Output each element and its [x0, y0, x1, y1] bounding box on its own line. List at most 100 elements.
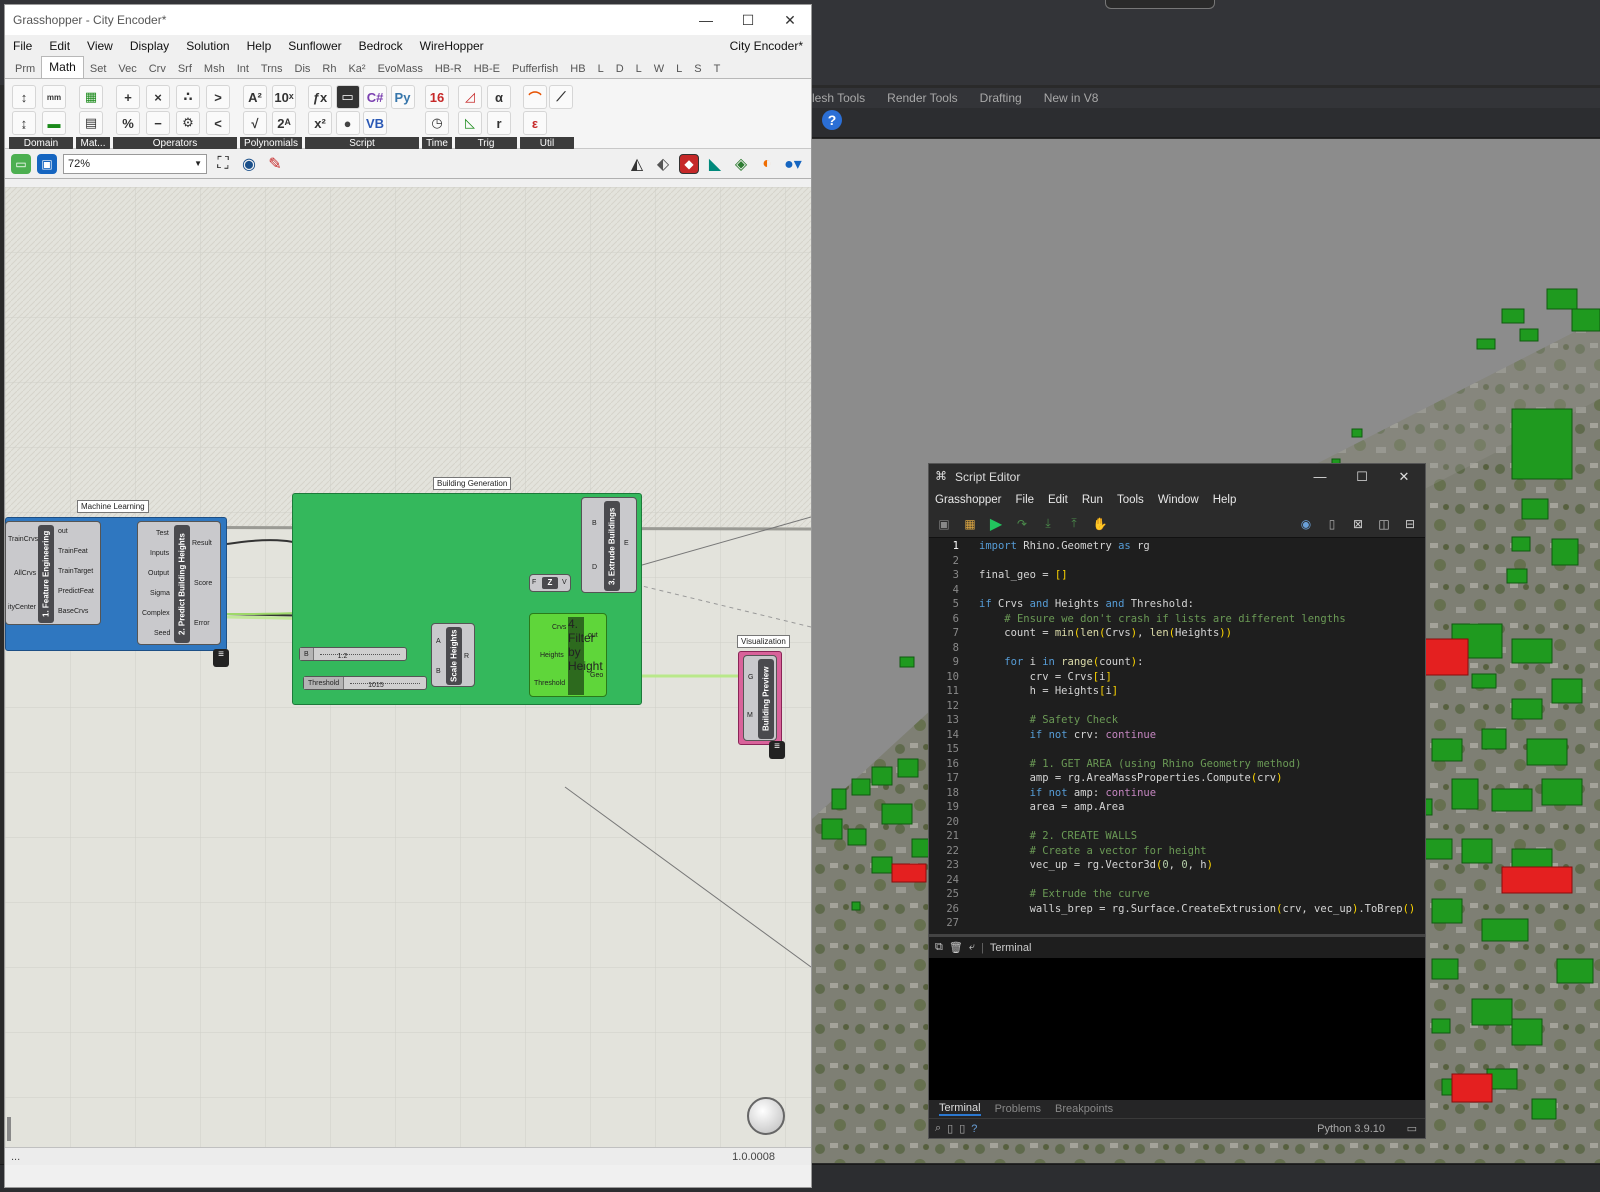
trash-icon[interactable]: 🗑	[949, 941, 963, 954]
tab-s[interactable]: S	[688, 61, 707, 78]
alpha-icon[interactable]: α	[487, 85, 511, 109]
menu-solution[interactable]: Solution	[186, 39, 229, 53]
code-line[interactable]: 3 final_geo = []	[929, 568, 1425, 583]
tab-pufferfish[interactable]: Pufferfish	[506, 61, 564, 78]
addition-icon[interactable]: +	[116, 85, 140, 109]
console-icon[interactable]: ▭	[335, 85, 360, 109]
csharp-icon[interactable]: C#	[363, 85, 387, 109]
code-line[interactable]: 20	[929, 815, 1425, 830]
se-menu-run[interactable]: Run	[1082, 494, 1103, 506]
input-port[interactable]: B	[592, 520, 597, 527]
code-line[interactable]: 27	[929, 916, 1425, 931]
open-file-icon[interactable]: ▭	[11, 153, 31, 174]
code-line[interactable]: 19 area = amp.Area	[929, 800, 1425, 815]
input-port[interactable]: A	[436, 638, 441, 645]
output-port[interactable]: out	[588, 632, 598, 639]
split-vertical-icon[interactable]: ◫	[1375, 515, 1393, 533]
input-port[interactable]: M	[747, 712, 753, 719]
larger-than-icon[interactable]: >	[206, 85, 230, 109]
output-port[interactable]: TrainTarget	[58, 568, 93, 575]
wireframe-preview-icon[interactable]: ⬖	[653, 154, 673, 174]
code-line[interactable]: 14 if not crv: continue	[929, 728, 1425, 743]
menu-view[interactable]: View	[87, 39, 113, 53]
help-icon[interactable]: ?	[971, 1123, 977, 1135]
data-cache-icon[interactable]: ≡	[769, 741, 785, 759]
tab-l2[interactable]: L	[630, 61, 648, 78]
copy-icon[interactable]: ⧉	[935, 941, 943, 954]
se-menu-help[interactable]: Help	[1213, 494, 1237, 506]
min-max-icon[interactable]: mm	[42, 85, 66, 109]
tab-l[interactable]: L	[592, 61, 610, 78]
mesh-quality-icon[interactable]: ●▾	[783, 154, 803, 174]
tab-evomass[interactable]: EvoMass	[372, 61, 429, 78]
rhino-tab-new-in-v8[interactable]: New in V8	[1044, 91, 1099, 105]
power-of-two-icon[interactable]: 2ᴬ	[272, 111, 296, 135]
code-line[interactable]: 18 if not amp: continue	[929, 786, 1425, 801]
menu-file[interactable]: File	[13, 39, 32, 53]
code-line[interactable]: 4	[929, 583, 1425, 598]
code-line[interactable]: 10 crv = Crvs[i]	[929, 670, 1425, 685]
layout-icon[interactable]: ▭	[1407, 1122, 1417, 1135]
code-line[interactable]: 9 for i in range(count):	[929, 655, 1425, 670]
vb-icon[interactable]: VB	[363, 111, 387, 135]
selected-only-icon[interactable]: ◣	[705, 154, 725, 174]
subtraction-icon[interactable]: −	[146, 111, 170, 135]
input-port[interactable]: Output	[148, 570, 169, 577]
canvas-scroll-handle[interactable]	[7, 1117, 11, 1141]
component-building-preview[interactable]: Building Preview G M	[743, 655, 777, 741]
tab-vec[interactable]: Vec	[112, 61, 142, 78]
save-file-icon[interactable]: ▣	[37, 153, 57, 174]
se-menu-edit[interactable]: Edit	[1048, 494, 1068, 506]
code-line[interactable]: 25 # Extrude the curve	[929, 887, 1425, 902]
input-port[interactable]: Inputs	[150, 550, 169, 557]
bell-curve-icon[interactable]: ⌒	[523, 85, 547, 109]
input-port[interactable]: Test	[156, 530, 169, 537]
python-icon[interactable]: Py	[390, 85, 415, 109]
tab-ka2[interactable]: Ka²	[342, 61, 371, 78]
matrix-grid-icon[interactable]: ▦	[79, 85, 103, 109]
step-out-icon[interactable]: ⤒	[1065, 515, 1083, 533]
se-menu-tools[interactable]: Tools	[1117, 494, 1144, 506]
se-menu-window[interactable]: Window	[1158, 494, 1199, 506]
menu-help[interactable]: Help	[247, 39, 272, 53]
component-feature-engineering[interactable]: 1. Feature Engineering TrainCrvs AllCrvs…	[5, 521, 101, 625]
close-document-icon[interactable]: ⊠	[1349, 515, 1367, 533]
tab-math[interactable]: Math	[41, 56, 84, 78]
percent-icon[interactable]: %	[116, 111, 140, 135]
square-icon[interactable]: A²	[243, 85, 267, 109]
tab-l3[interactable]: L	[670, 61, 688, 78]
code-line[interactable]: 12	[929, 699, 1425, 714]
minimize-icon[interactable]: —	[1299, 469, 1341, 485]
bounds-icon[interactable]: ▬	[42, 111, 66, 135]
maximize-icon[interactable]: ☐	[727, 12, 769, 29]
code-line[interactable]: 2	[929, 554, 1425, 569]
gate-icon[interactable]: ⚙	[176, 111, 200, 135]
tab-d[interactable]: D	[610, 61, 630, 78]
maximize-icon[interactable]: ☐	[1341, 469, 1383, 485]
clock-icon[interactable]: ◷	[425, 111, 449, 135]
code-line[interactable]: 22 # Create a vector for height	[929, 844, 1425, 859]
output-port[interactable]: Geo	[590, 672, 603, 679]
output-port[interactable]: E	[624, 540, 629, 547]
tab-breakpoints[interactable]: Breakpoints	[1055, 1103, 1113, 1115]
step-over-icon[interactable]: ↷	[1013, 515, 1031, 533]
search-icon[interactable]: ⌕	[935, 1122, 941, 1135]
gh-title-bar[interactable]: Grasshopper - City Encoder* — ☐ ✕	[5, 5, 811, 35]
tab-dis[interactable]: Dis	[289, 61, 317, 78]
script-editor-title-bar[interactable]: ⌘ Script Editor — ☐ ✕	[929, 464, 1425, 490]
tab-int[interactable]: Int	[231, 61, 255, 78]
expression-icon[interactable]: x²	[308, 111, 332, 135]
document-preview-icon[interactable]: ◈	[731, 154, 751, 174]
code-line[interactable]: 26 walls_brep = rg.Surface.CreateExtrusi…	[929, 902, 1425, 917]
document-icon[interactable]: ▯	[1323, 515, 1341, 533]
tab-hb-r[interactable]: HB-R	[429, 61, 468, 78]
run-icon[interactable]: ▶	[987, 515, 1005, 533]
tab-problems[interactable]: Problems	[995, 1103, 1041, 1115]
input-port[interactable]: TrainCrvs	[8, 536, 38, 543]
gh-sphere-icon[interactable]: ●	[335, 111, 360, 135]
tab-set[interactable]: Set	[84, 61, 113, 78]
input-port[interactable]: Complex	[142, 610, 170, 617]
step-into-icon[interactable]: ⤓	[1039, 515, 1057, 533]
component-scale-heights[interactable]: Scale Heights A B R	[431, 623, 475, 687]
rhino-tab-mesh-tools[interactable]: lesh Tools	[812, 91, 865, 105]
